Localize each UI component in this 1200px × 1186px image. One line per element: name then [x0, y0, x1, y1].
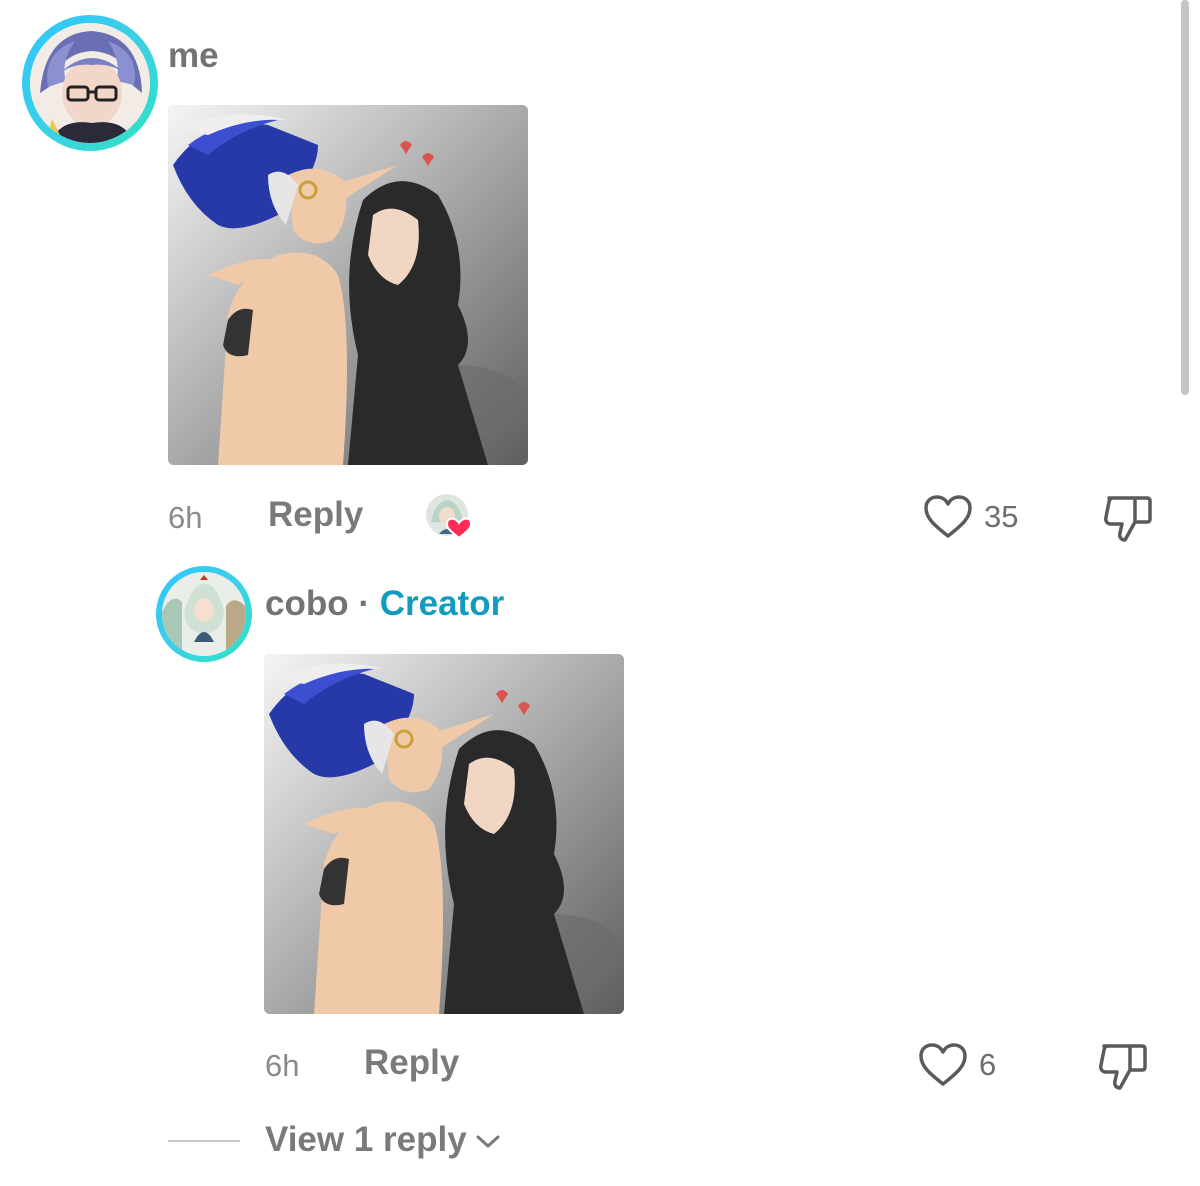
like-button[interactable]: 35 — [922, 494, 1018, 540]
creator-badge: Creator — [379, 584, 505, 623]
reply-button[interactable]: Reply — [268, 495, 363, 535]
comment-author[interactable]: cobo — [265, 584, 349, 623]
comment-image[interactable] — [168, 105, 528, 465]
comment-timestamp: 6h — [168, 500, 203, 535]
author-separator: · — [358, 584, 370, 623]
thumbs-down-icon — [1104, 496, 1152, 542]
heart-outline-icon — [924, 495, 972, 538]
comment-author-line: cobo · Creator — [265, 584, 504, 624]
view-replies-button[interactable]: View 1 reply — [265, 1120, 501, 1160]
view-replies-label: View 1 reply — [265, 1120, 467, 1159]
avatar[interactable] — [22, 15, 158, 151]
scrollbar[interactable] — [1181, 0, 1189, 395]
like-count: 6 — [979, 1047, 997, 1082]
dislike-button[interactable] — [1101, 492, 1155, 549]
artwork-illustration — [264, 654, 624, 1014]
dislike-button[interactable] — [1096, 1040, 1150, 1097]
avatar-image — [30, 23, 150, 143]
comment-image[interactable] — [264, 654, 624, 1014]
like-button[interactable]: 6 — [917, 1042, 996, 1088]
artwork-illustration — [168, 105, 528, 465]
like-count: 35 — [984, 499, 1019, 534]
comment-author[interactable]: me — [168, 36, 219, 76]
chevron-down-icon — [476, 1135, 500, 1148]
reply-button[interactable]: Reply — [364, 1043, 459, 1083]
avatar-image — [162, 572, 246, 656]
heart-outline-icon — [919, 1043, 967, 1086]
avatar[interactable] — [156, 566, 252, 662]
replies-divider — [168, 1140, 240, 1142]
comment-timestamp: 6h — [265, 1048, 300, 1083]
creator-liked-indicator — [425, 492, 481, 542]
thumbs-down-icon — [1099, 1044, 1147, 1090]
creator-liked-avatar-icon — [426, 494, 473, 540]
comments-page: me 6h Reply 35 cobo · Creator 6h Reply 6… — [0, 0, 1200, 1186]
